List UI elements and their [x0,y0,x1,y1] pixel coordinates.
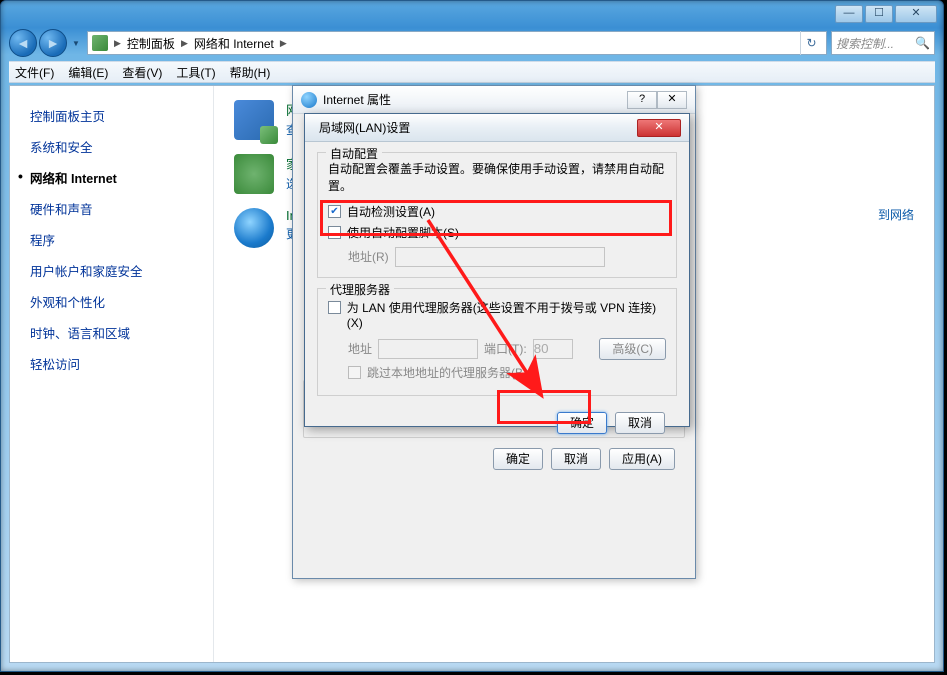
right-link[interactable]: 到网络 [878,206,914,223]
advanced-button: 高级(C) [599,338,666,360]
chevron-right-icon: ▶ [280,38,287,49]
proxy-address-input [378,339,478,359]
dialog-close-button[interactable]: ✕ [637,119,681,137]
back-button[interactable]: ◄ [9,29,37,57]
bypass-local-row: 跳过本地地址的代理服务器(B) [348,364,666,381]
use-script-checkbox[interactable] [328,226,341,239]
breadcrumb[interactable]: ▶ 控制面板 ▶ 网络和 Internet ▶ ↻ [87,31,827,55]
dialog-titlebar: 局域网(LAN)设置 ✕ [305,114,689,142]
search-input[interactable]: 搜索控制... 🔍 [831,31,935,55]
auto-config-group: 自动配置 自动配置会覆盖手动设置。要确保使用手动设置，请禁用自动配置。 ✔ 自动… [317,152,677,278]
chevron-right-icon: ▶ [181,38,188,49]
script-address-input [395,247,605,267]
forward-button[interactable]: ► [39,29,67,57]
bypass-local-checkbox [348,366,361,379]
menu-view[interactable]: 查看(V) [122,64,162,81]
use-proxy-label: 为 LAN 使用代理服务器(这些设置不用于拨号或 VPN 连接)(X) [347,301,666,332]
use-script-row[interactable]: 使用自动配置脚本(S) [328,224,666,241]
ok-button[interactable]: 确定 [493,448,543,470]
control-panel-icon [92,35,108,51]
address-label: 地址(R) [348,248,389,265]
sidebar-item-home[interactable]: 控制面板主页 [30,100,205,131]
script-address-row: 地址(R) [348,247,666,267]
dialog-title: 局域网(LAN)设置 [319,119,410,136]
cancel-button[interactable]: 取消 [551,448,601,470]
dialog-titlebar: Internet 属性 ? ✕ [293,86,695,114]
breadcrumb-root[interactable]: 控制面板 [127,35,175,52]
sidebar-item-hardware[interactable]: 硬件和声音 [30,193,205,224]
minimize-button[interactable]: — [835,5,863,23]
proxy-address-label: 地址 [348,340,372,357]
search-icon: 🔍 [915,36,930,50]
proxy-port-input [533,339,573,359]
sidebar: 控制面板主页 系统和安全 网络和 Internet 硬件和声音 程序 用户帐户和… [10,86,214,662]
titlebar: — ☐ ✕ [1,1,943,27]
lan-settings-dialog: 局域网(LAN)设置 ✕ 自动配置 自动配置会覆盖手动设置。要确保使用手动设置，… [304,113,690,427]
auto-detect-row[interactable]: ✔ 自动检测设置(A) [328,203,666,220]
menu-edit[interactable]: 编辑(E) [68,64,108,81]
apply-button[interactable]: 应用(A) [609,448,675,470]
sidebar-item-appearance[interactable]: 外观和个性化 [30,286,205,317]
menu-tools[interactable]: 工具(T) [176,64,215,81]
use-proxy-checkbox[interactable] [328,301,341,314]
dialog-title: Internet 属性 [323,91,391,108]
close-button[interactable]: ✕ [895,5,937,23]
group-title: 代理服务器 [326,281,394,298]
menu-help[interactable]: 帮助(H) [230,64,271,81]
help-button[interactable]: ? [627,91,657,109]
ok-button[interactable]: 确定 [557,412,607,434]
network-sharing-icon [234,100,274,140]
auto-detect-label: 自动检测设置(A) [347,203,435,220]
cancel-button[interactable]: 取消 [615,412,665,434]
sidebar-item-programs[interactable]: 程序 [30,224,205,255]
auto-config-desc: 自动配置会覆盖手动设置。要确保使用手动设置，请禁用自动配置。 [328,161,666,195]
bypass-local-label: 跳过本地地址的代理服务器(B) [367,364,527,381]
menubar: 文件(F) 编辑(E) 查看(V) 工具(T) 帮助(H) [9,61,935,83]
history-dropdown[interactable]: ▼ [69,29,83,57]
sidebar-item-system[interactable]: 系统和安全 [30,131,205,162]
dialog-close-button[interactable]: ✕ [657,91,687,109]
group-title: 自动配置 [326,145,382,162]
sidebar-item-ease[interactable]: 轻松访问 [30,348,205,379]
proxy-group: 代理服务器 为 LAN 使用代理服务器(这些设置不用于拨号或 VPN 连接)(X… [317,288,677,396]
nav-strip: ◄ ► ▼ ▶ 控制面板 ▶ 网络和 Internet ▶ ↻ 搜索控制... … [9,27,935,59]
maximize-button[interactable]: ☐ [865,5,893,23]
internet-options-icon [234,208,274,248]
search-placeholder: 搜索控制... [836,35,894,52]
use-proxy-row[interactable]: 为 LAN 使用代理服务器(这些设置不用于拨号或 VPN 连接)(X) [328,301,666,332]
proxy-port-label: 端口(T): [484,340,527,357]
auto-detect-checkbox[interactable]: ✔ [328,205,341,218]
sidebar-item-network[interactable]: 网络和 Internet [30,162,205,193]
sidebar-item-clock[interactable]: 时钟、语言和区域 [30,317,205,348]
breadcrumb-sub[interactable]: 网络和 Internet [194,35,274,52]
use-script-label: 使用自动配置脚本(S) [347,224,459,241]
refresh-icon[interactable]: ↻ [800,31,822,55]
sidebar-item-users[interactable]: 用户帐户和家庭安全 [30,255,205,286]
chevron-right-icon: ▶ [114,38,121,49]
menu-file[interactable]: 文件(F) [15,64,54,81]
homegroup-icon [234,154,274,194]
globe-icon [301,92,317,108]
